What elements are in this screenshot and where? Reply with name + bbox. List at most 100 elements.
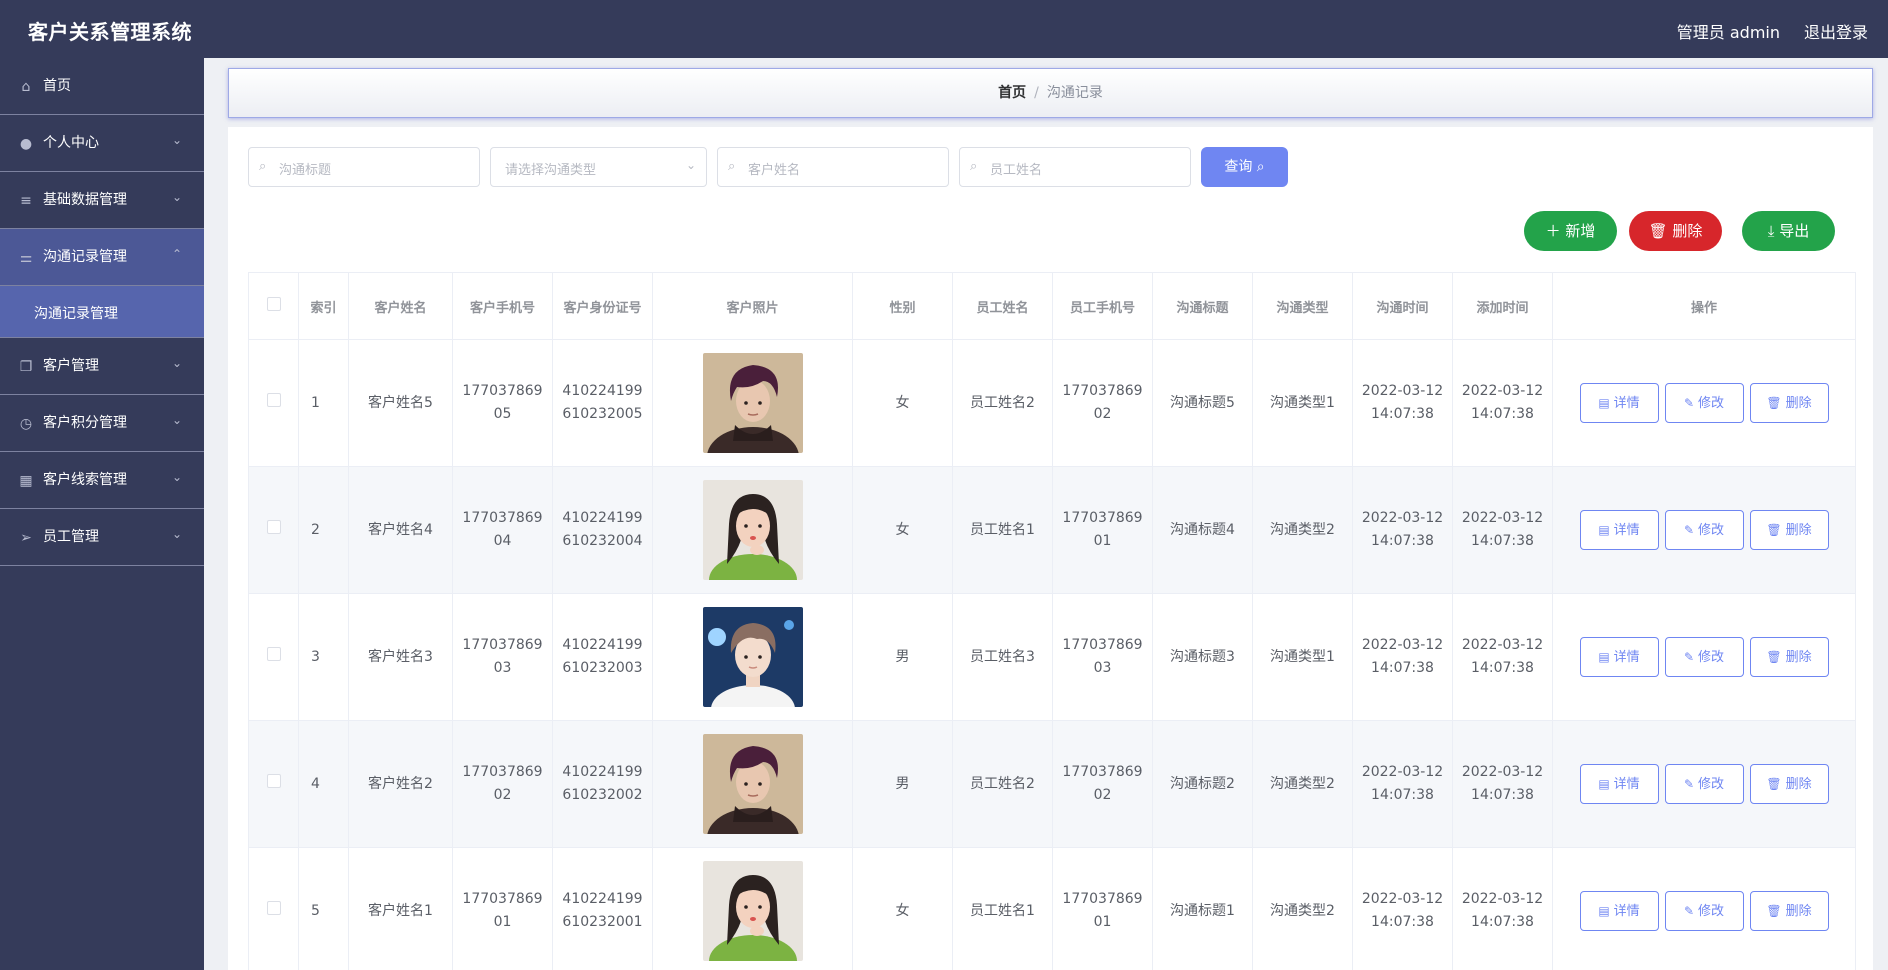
customer-name-cell: 客户姓名3: [348, 593, 453, 721]
employee-phone-cell: 177037869 03: [1052, 593, 1153, 721]
type-cell: 沟通类型2: [1252, 720, 1353, 848]
detail-button[interactable]: ▤ 详情: [1579, 383, 1659, 423]
edit-button[interactable]: ✎ 修改: [1664, 383, 1744, 423]
detail-button[interactable]: ▤ 详情: [1579, 764, 1659, 804]
table-row[interactable]: 5 客户姓名1 177037869 01 410224199 610232001 女员工姓名…: [248, 847, 1856, 970]
search-icon: ⌕: [1256, 159, 1265, 175]
batch-delete-button[interactable]: 🗑 删除: [1629, 211, 1722, 251]
document-icon: ▤: [1598, 396, 1610, 410]
cell-line: 177037869: [1062, 764, 1143, 780]
breadcrumb-home[interactable]: 首页: [998, 85, 1026, 101]
detail-button[interactable]: ▤ 详情: [1579, 510, 1659, 550]
column-header: 操作: [1552, 272, 1856, 340]
sidebar-item[interactable]: ● 个人中心 ⌄: [0, 115, 204, 172]
cell-line: 01: [1093, 914, 1112, 930]
table-row[interactable]: 1 客户姓名5 177037869 05 410224199 610232005 女员工姓名…: [248, 339, 1856, 467]
cell-line: 177037869: [462, 637, 543, 653]
customer-photo-cell: [652, 720, 853, 848]
sidebar-item[interactable]: ➢ 员工管理 ⌄: [0, 509, 204, 566]
query-button[interactable]: 查询 ⌕: [1201, 147, 1288, 187]
table-row[interactable]: 4 客户姓名2 177037869 02 410224199 610232002 男员工姓名…: [248, 720, 1856, 848]
chevron-icon: ⌄: [171, 356, 182, 370]
search-icon: ⌕: [259, 159, 267, 174]
row-checkbox[interactable]: [266, 392, 281, 407]
row-checkbox[interactable]: [266, 900, 281, 915]
column-header: 沟通标题: [1152, 272, 1253, 340]
column-header: 客户姓名: [348, 272, 453, 340]
send-icon: ➢: [20, 530, 32, 546]
customer-idcard-cell: 410224199 610232003: [552, 593, 653, 721]
edit-button[interactable]: ✎ 修改: [1664, 891, 1744, 931]
employee-search-placeholder: 员工姓名: [990, 163, 1043, 178]
sidebar-item[interactable]: ◷ 客户积分管理 ⌄: [0, 395, 204, 452]
row-checkbox[interactable]: [266, 519, 281, 534]
cell-line: 610232003: [562, 660, 643, 676]
added-time-cell: 2022-03-12 14:07:38: [1452, 593, 1553, 721]
edit-button[interactable]: ✎ 修改: [1664, 764, 1744, 804]
detail-button[interactable]: ▤ 详情: [1579, 891, 1659, 931]
detail-button[interactable]: ▤ 详情: [1579, 637, 1659, 677]
delete-button[interactable]: 🗑 删除: [1749, 510, 1829, 550]
breadcrumb-separator: /: [1034, 85, 1039, 101]
operations-cell: ▤ 详情 ✎ 修改 🗑 删除: [1552, 593, 1856, 721]
sidebar-item[interactable]: ▦ 客户线索管理 ⌄: [0, 452, 204, 509]
select-cell: [248, 593, 299, 721]
logout-link[interactable]: 退出登录: [1804, 19, 1868, 43]
select-cell: [248, 847, 299, 970]
employee-search-input[interactable]: ⌕ 员工姓名: [959, 147, 1191, 187]
type-select[interactable]: 请选择沟通类型 ⌄: [490, 147, 707, 187]
cell-line: 410224199: [562, 510, 643, 526]
gender-cell: 男: [852, 593, 953, 721]
edit-button[interactable]: ✎ 修改: [1664, 637, 1744, 677]
table-row[interactable]: 2 客户姓名4 177037869 04 410224199 610232004 女员工姓名…: [248, 466, 1856, 594]
edit-label: 修改: [1698, 396, 1725, 411]
operations-cell: ▤ 详情 ✎ 修改 🗑 删除: [1552, 847, 1856, 970]
cell-line: 2022-03-12: [1361, 637, 1444, 653]
customer-name-cell: 客户姓名2: [348, 720, 453, 848]
column-header: 客户身份证号: [552, 272, 653, 340]
cell-line: 177037869: [1062, 891, 1143, 907]
sidebar-item[interactable]: ≡ 基础数据管理 ⌄: [0, 172, 204, 229]
gender-cell: 女: [852, 847, 953, 970]
sidebar-subitem[interactable]: 沟通记录管理: [0, 286, 204, 338]
delete-button[interactable]: 🗑 删除: [1749, 637, 1829, 677]
main-panel: ⌕ 沟通标题 请选择沟通类型 ⌄ ⌕ 客户姓名 ⌕ 员工姓名 查询 ⌕ ＋ 新增…: [228, 127, 1873, 970]
delete-button[interactable]: 🗑 删除: [1749, 383, 1829, 423]
cell-line: 14:07:38: [1371, 406, 1434, 422]
title-search-input[interactable]: ⌕ 沟通标题: [248, 147, 480, 187]
customer-idcard-cell: 410224199 610232001: [552, 847, 653, 970]
cell-line: 03: [493, 660, 512, 676]
row-checkbox[interactable]: [266, 646, 281, 661]
cell-line: 410224199: [562, 383, 643, 399]
type-cell: 沟通类型1: [1252, 593, 1353, 721]
table-row[interactable]: 3 客户姓名3 177037869 03 410224199 610232003 男员工姓名…: [248, 593, 1856, 721]
document-icon: ▤: [1598, 904, 1610, 918]
delete-button[interactable]: 🗑 删除: [1749, 764, 1829, 804]
sidebar-item[interactable]: ⚌ 沟通记录管理 ⌃: [0, 229, 204, 286]
delete-label: 删除: [1785, 777, 1812, 792]
edit-icon: ✎: [1683, 650, 1695, 664]
edit-button[interactable]: ✎ 修改: [1664, 510, 1744, 550]
gender-cell: 女: [852, 339, 953, 467]
customer-photo: [702, 861, 803, 961]
sidebar-item[interactable]: ❐ 客户管理 ⌄: [0, 338, 204, 395]
cell-line: 610232004: [562, 533, 643, 549]
sidebar-item-label: 客户管理: [43, 358, 99, 374]
customer-photo-cell: [652, 593, 853, 721]
select-cell: [248, 720, 299, 848]
document-icon: ▤: [1598, 777, 1610, 791]
sidebar-item[interactable]: ⌂ 首页: [0, 58, 204, 115]
customer-search-input[interactable]: ⌕ 客户姓名: [717, 147, 949, 187]
sidebar-item-label: 员工管理: [43, 529, 99, 545]
row-checkbox[interactable]: [266, 773, 281, 788]
cell-line: 14:07:38: [1471, 660, 1534, 676]
gender-cell: 女: [852, 466, 953, 594]
add-button[interactable]: ＋ 新增: [1524, 211, 1617, 251]
sidebar-item-label: 首页: [43, 78, 71, 94]
export-button[interactable]: ⤓ 导出: [1742, 211, 1835, 251]
delete-button[interactable]: 🗑 删除: [1749, 891, 1829, 931]
cell-line: 410224199: [562, 764, 643, 780]
select-all-checkbox[interactable]: [266, 297, 281, 311]
document-icon: ▤: [1598, 650, 1610, 664]
cell-line: 177037869: [1062, 637, 1143, 653]
